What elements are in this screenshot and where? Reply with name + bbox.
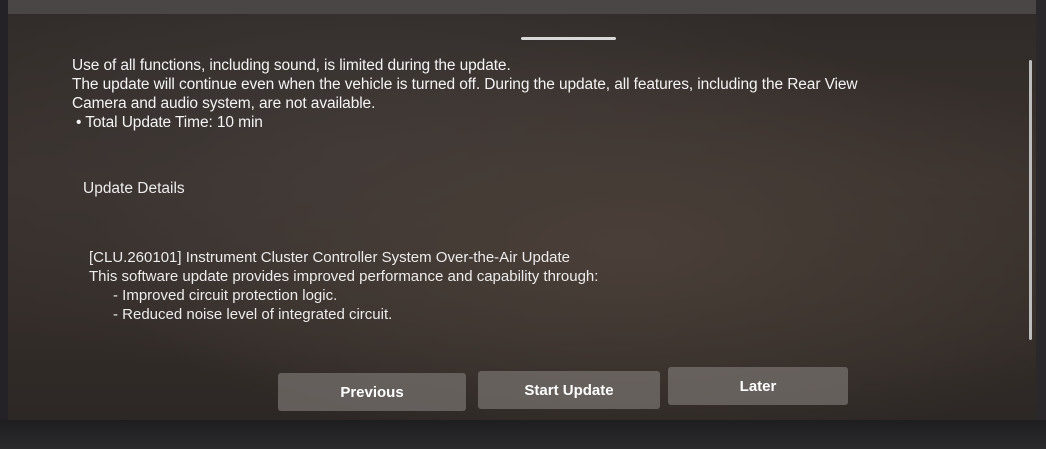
screen-bezel-bottom: [0, 420, 1046, 449]
info-line-3: Camera and audio system, are not availab…: [72, 95, 376, 112]
screen-bezel-top: [0, 0, 1046, 14]
later-button[interactable]: Later: [668, 367, 848, 405]
list-item: - Reduced noise level of integrated circ…: [113, 306, 393, 323]
update-details: [CLU.260101] Instrument Cluster Controll…: [89, 248, 598, 324]
info-line-1: Use of all functions, including sound, i…: [72, 57, 511, 74]
screen-bezel-right: [1036, 0, 1046, 449]
list-item: - Improved circuit protection logic.: [113, 287, 338, 304]
infotainment-screen: Use of all functions, including sound, i…: [0, 0, 1046, 449]
screen-bezel-left: [0, 0, 8, 449]
start-update-button[interactable]: Start Update: [478, 371, 660, 409]
drag-handle[interactable]: [521, 37, 616, 40]
scrollbar[interactable]: [1029, 60, 1032, 340]
previous-button[interactable]: Previous: [278, 373, 466, 411]
update-heading: [CLU.260101] Instrument Cluster Controll…: [89, 249, 571, 266]
update-details-title: Update Details: [83, 180, 185, 197]
total-update-time: • Total Update Time: 10 min: [76, 114, 263, 131]
info-line-2: The update will continue even when the v…: [72, 76, 858, 93]
update-info: Use of all functions, including sound, i…: [72, 56, 1022, 132]
update-summary: This software update provides improved p…: [89, 268, 599, 285]
